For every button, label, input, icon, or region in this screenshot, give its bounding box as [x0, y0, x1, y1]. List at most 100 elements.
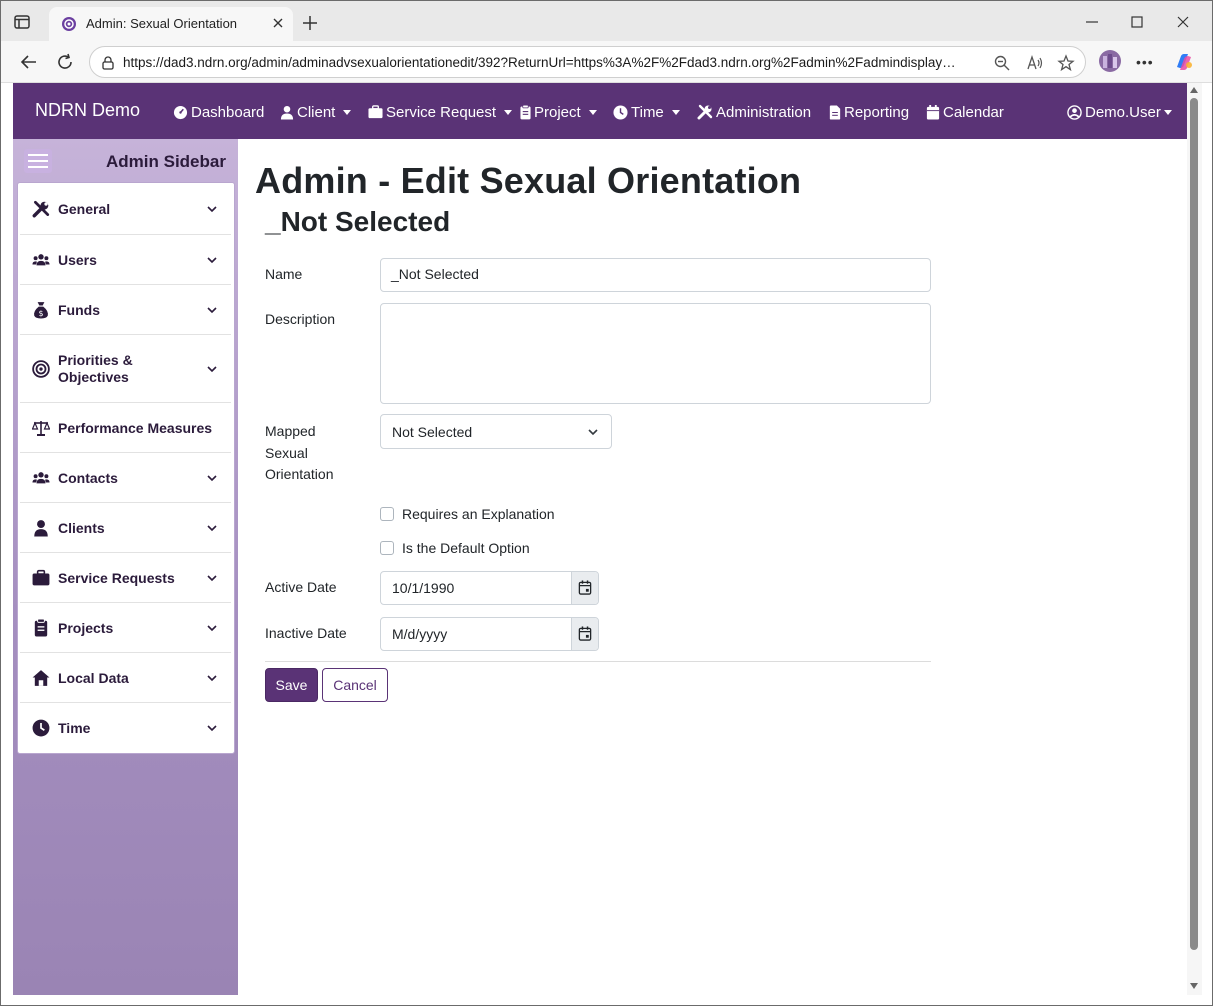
dashboard-icon: [173, 105, 188, 119]
scroll-thumb[interactable]: [1190, 98, 1198, 950]
nav-reporting[interactable]: Reporting: [829, 102, 909, 122]
requires-explanation-checkbox[interactable]: [380, 507, 394, 521]
nav-service-request[interactable]: Service Request: [368, 102, 513, 122]
mapped-sexual-orientation-select[interactable]: Not Selected: [380, 414, 612, 449]
profile-picture-icon: [1103, 54, 1117, 68]
top-navbar: NDRN Demo Dashboard Client Service Reque…: [13, 83, 1187, 139]
users-icon: [32, 472, 50, 484]
nav-project[interactable]: Project: [520, 102, 597, 122]
nav-label: Administration: [716, 103, 812, 121]
user-circle-icon: [1067, 104, 1082, 120]
minimize-icon[interactable]: [1083, 13, 1101, 31]
name-input[interactable]: _Not Selected: [380, 258, 931, 292]
scroll-down-arrow-icon[interactable]: [1190, 983, 1198, 989]
sidebar-item-local-data[interactable]: Local Data: [20, 653, 231, 703]
caret-down-icon: [504, 110, 513, 115]
chevron-down-icon: [207, 525, 217, 532]
tab-title: Admin: Sexual Orientation: [86, 16, 238, 31]
calendar-icon: [578, 580, 592, 595]
sidebar-item-funds[interactable]: $ Funds: [20, 285, 231, 335]
nav-user-label: Demo.User: [1085, 103, 1161, 121]
target-icon: [32, 360, 50, 378]
nav-label: Calendar: [943, 103, 1004, 121]
sidebar-menu: General Users $ Funds Priorities & Objec…: [17, 182, 235, 754]
url-field[interactable]: https://dad3.ndrn.org/admin/adminadvsexu…: [89, 46, 1086, 78]
sidebar-title: Admin Sidebar: [106, 152, 226, 171]
hamburger-icon: [28, 160, 48, 162]
browser-tab[interactable]: Admin: Sexual Orientation: [49, 7, 293, 41]
tools-icon: [32, 200, 50, 218]
maximize-icon[interactable]: [1128, 13, 1146, 31]
calendar-icon: [926, 104, 940, 120]
profile-avatar[interactable]: [1099, 50, 1121, 72]
inactive-date-picker-button[interactable]: [571, 618, 598, 650]
sidebar-item-clients[interactable]: Clients: [20, 503, 231, 553]
mapped-sexual-orientation-label: Mapped Sexual Orientation: [265, 421, 365, 486]
nav-label: Reporting: [844, 103, 910, 121]
sidebar-item-label: Time: [58, 720, 91, 736]
favorite-star-icon[interactable]: [1057, 54, 1075, 72]
caret-down-icon: [671, 110, 680, 115]
sidebar-item-label: Local Data: [58, 670, 129, 686]
back-icon[interactable]: [19, 52, 39, 72]
url-text: https://dad3.ndrn.org/admin/adminadvsexu…: [123, 55, 956, 70]
page-scrollbar[interactable]: [1187, 83, 1202, 995]
nav-client[interactable]: Client: [280, 102, 352, 122]
tab-actions-icon[interactable]: [13, 13, 31, 31]
tools-icon: [697, 104, 713, 120]
users-icon: [32, 254, 50, 266]
sidebar-item-users[interactable]: Users: [20, 235, 231, 285]
select-value: Not Selected: [392, 424, 473, 440]
clipboard-icon: [34, 619, 48, 637]
read-aloud-icon[interactable]: [1026, 54, 1044, 72]
brand-link[interactable]: NDRN Demo: [35, 100, 140, 121]
more-options-icon[interactable]: •••: [1136, 55, 1154, 69]
sidebar-item-general[interactable]: General: [20, 183, 231, 235]
address-bar-row: https://dad3.ndrn.org/admin/adminadvsexu…: [1, 41, 1212, 83]
chevron-down-icon: [207, 475, 217, 482]
scroll-up-arrow-icon[interactable]: [1190, 87, 1198, 93]
refresh-icon[interactable]: [55, 52, 75, 72]
sidebar-item-contacts[interactable]: Contacts: [20, 453, 231, 503]
sidebar-item-priorities-objectives[interactable]: Priorities & Objectives: [20, 335, 231, 403]
chevron-down-icon: [207, 675, 217, 682]
close-window-icon[interactable]: [1174, 13, 1192, 31]
sidebar-toggle-button[interactable]: [24, 149, 52, 173]
sidebar-item-time[interactable]: Time: [20, 703, 231, 753]
cancel-button[interactable]: Cancel: [322, 668, 388, 702]
save-button[interactable]: Save: [265, 668, 318, 702]
hamburger-icon: [28, 154, 48, 156]
sidebar-item-label: Projects: [58, 620, 114, 636]
nav-label: Service Request: [386, 103, 497, 121]
active-date-picker-button[interactable]: [571, 572, 598, 604]
main-content: Admin - Edit Sexual Orientation _Not Sel…: [238, 139, 1187, 995]
sidebar-item-performance-measures[interactable]: Performance Measures: [20, 403, 231, 453]
active-date-input[interactable]: 10/1/1990: [380, 571, 599, 605]
nav-dashboard[interactable]: Dashboard: [173, 102, 264, 122]
sidebar-item-projects[interactable]: Projects: [20, 603, 231, 653]
default-option-row[interactable]: Is the Default Option: [380, 539, 530, 557]
copilot-icon[interactable]: [1173, 51, 1195, 73]
browser-window: Admin: Sexual Orientation https://dad3.n…: [0, 0, 1213, 1006]
briefcase-icon: [368, 105, 383, 119]
money-bag-icon: $: [34, 302, 48, 319]
sidebar-item-label: Users: [58, 252, 97, 268]
description-textarea[interactable]: [380, 303, 931, 404]
nav-time[interactable]: Time: [613, 102, 680, 122]
chevron-down-icon: [207, 257, 217, 264]
inactive-date-input[interactable]: M/d/yyyy: [380, 617, 599, 651]
zoom-icon[interactable]: [993, 54, 1011, 72]
nav-user-menu[interactable]: Demo.User: [1067, 102, 1172, 122]
inactive-date-placeholder: M/d/yyyy: [392, 626, 448, 642]
nav-administration[interactable]: Administration: [697, 102, 811, 122]
requires-explanation-row[interactable]: Requires an Explanation: [380, 505, 555, 523]
nav-calendar[interactable]: Calendar: [926, 102, 1004, 122]
close-tab-icon[interactable]: [271, 16, 285, 30]
default-option-checkbox[interactable]: [380, 541, 394, 555]
new-tab-icon[interactable]: [301, 14, 319, 32]
sidebar-item-label: Clients: [58, 520, 105, 536]
chevron-down-icon: [207, 366, 217, 373]
lock-icon[interactable]: [100, 55, 116, 71]
sidebar-item-service-requests[interactable]: Service Requests: [20, 553, 231, 603]
sidebar-item-label: Service Requests: [58, 570, 175, 586]
